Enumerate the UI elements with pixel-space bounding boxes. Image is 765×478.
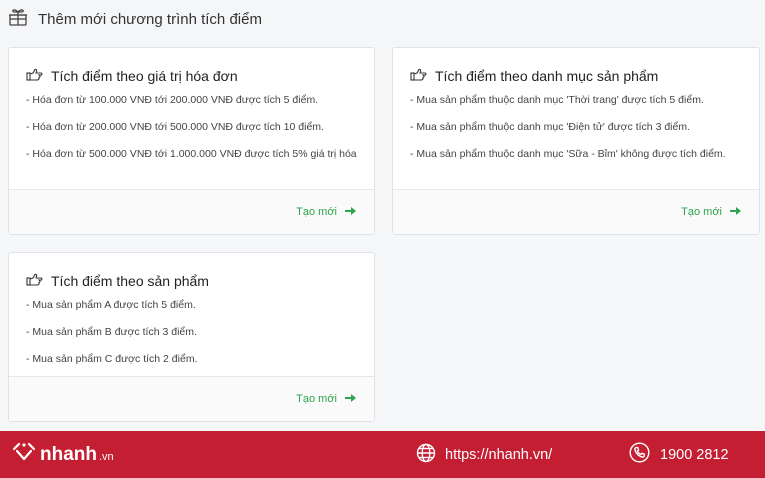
card-footer: Tạo mới bbox=[9, 376, 374, 421]
arrow-right-icon bbox=[345, 393, 356, 406]
page-title: Thêm mới chương trình tích điểm bbox=[38, 10, 262, 28]
card-product: Tích điểm theo sản phẩm - Mua sản phẩm A… bbox=[8, 252, 375, 422]
page-header: Thêm mới chương trình tích điểm bbox=[8, 8, 262, 30]
card-invoice-value: Tích điểm theo giá trị hóa đơn - Hóa đơn… bbox=[8, 47, 375, 235]
nhanh-logo-icon bbox=[12, 441, 36, 468]
card-rule: - Hóa đơn từ 500.000 VNĐ tới 1.000.000 V… bbox=[26, 148, 357, 160]
footer-banner: nhanh .vn https://nhanh.vn/ 1900 2812 bbox=[0, 431, 765, 478]
card-rule: - Hóa đơn từ 100.000 VNĐ tới 200.000 VNĐ… bbox=[26, 94, 319, 106]
brand-name: nhanh bbox=[40, 443, 97, 465]
create-button[interactable]: Tạo mới bbox=[296, 393, 356, 406]
globe-icon bbox=[416, 443, 436, 467]
hand-pointing-icon bbox=[410, 68, 427, 84]
card-rule: - Mua sản phẩm thuộc danh mục 'Sữa - Bỉm… bbox=[410, 148, 726, 160]
card-title: Tích điểm theo sản phẩm bbox=[26, 273, 358, 289]
create-button[interactable]: Tạo mới bbox=[296, 206, 356, 219]
card-rule: - Mua sản phẩm thuộc danh mục 'Thời tran… bbox=[410, 94, 704, 106]
website-link[interactable]: https://nhanh.vn/ bbox=[416, 431, 552, 478]
gift-icon bbox=[8, 7, 28, 32]
create-button[interactable]: Tạo mới bbox=[681, 206, 741, 219]
phone-link[interactable]: 1900 2812 bbox=[629, 431, 729, 478]
card-product-category: Tích điểm theo danh mục sản phẩm - Mua s… bbox=[392, 47, 760, 235]
card-rule: - Mua sản phẩm thuộc danh mục 'Điện tử' … bbox=[410, 121, 690, 133]
phone-icon bbox=[629, 442, 650, 467]
hand-pointing-icon bbox=[26, 68, 43, 84]
brand-logo[interactable]: nhanh .vn bbox=[12, 441, 114, 468]
card-title: Tích điểm theo giá trị hóa đơn bbox=[26, 68, 358, 84]
card-footer: Tạo mới bbox=[9, 189, 374, 234]
card-rule: - Mua sản phẩm C được tích 2 điểm. bbox=[26, 353, 198, 365]
hand-pointing-icon bbox=[26, 273, 43, 289]
card-title: Tích điểm theo danh mục sản phẩm bbox=[410, 68, 743, 84]
arrow-right-icon bbox=[345, 206, 356, 219]
card-rule: - Mua sản phẩm A được tích 5 điểm. bbox=[26, 299, 196, 311]
card-rule: - Mua sản phẩm B được tích 3 điểm. bbox=[26, 326, 197, 338]
arrow-right-icon bbox=[730, 206, 741, 219]
card-rule: - Hóa đơn từ 200.000 VNĐ tới 500.000 VNĐ… bbox=[26, 121, 324, 133]
brand-tld: .vn bbox=[99, 451, 114, 463]
card-footer: Tạo mới bbox=[393, 189, 759, 234]
